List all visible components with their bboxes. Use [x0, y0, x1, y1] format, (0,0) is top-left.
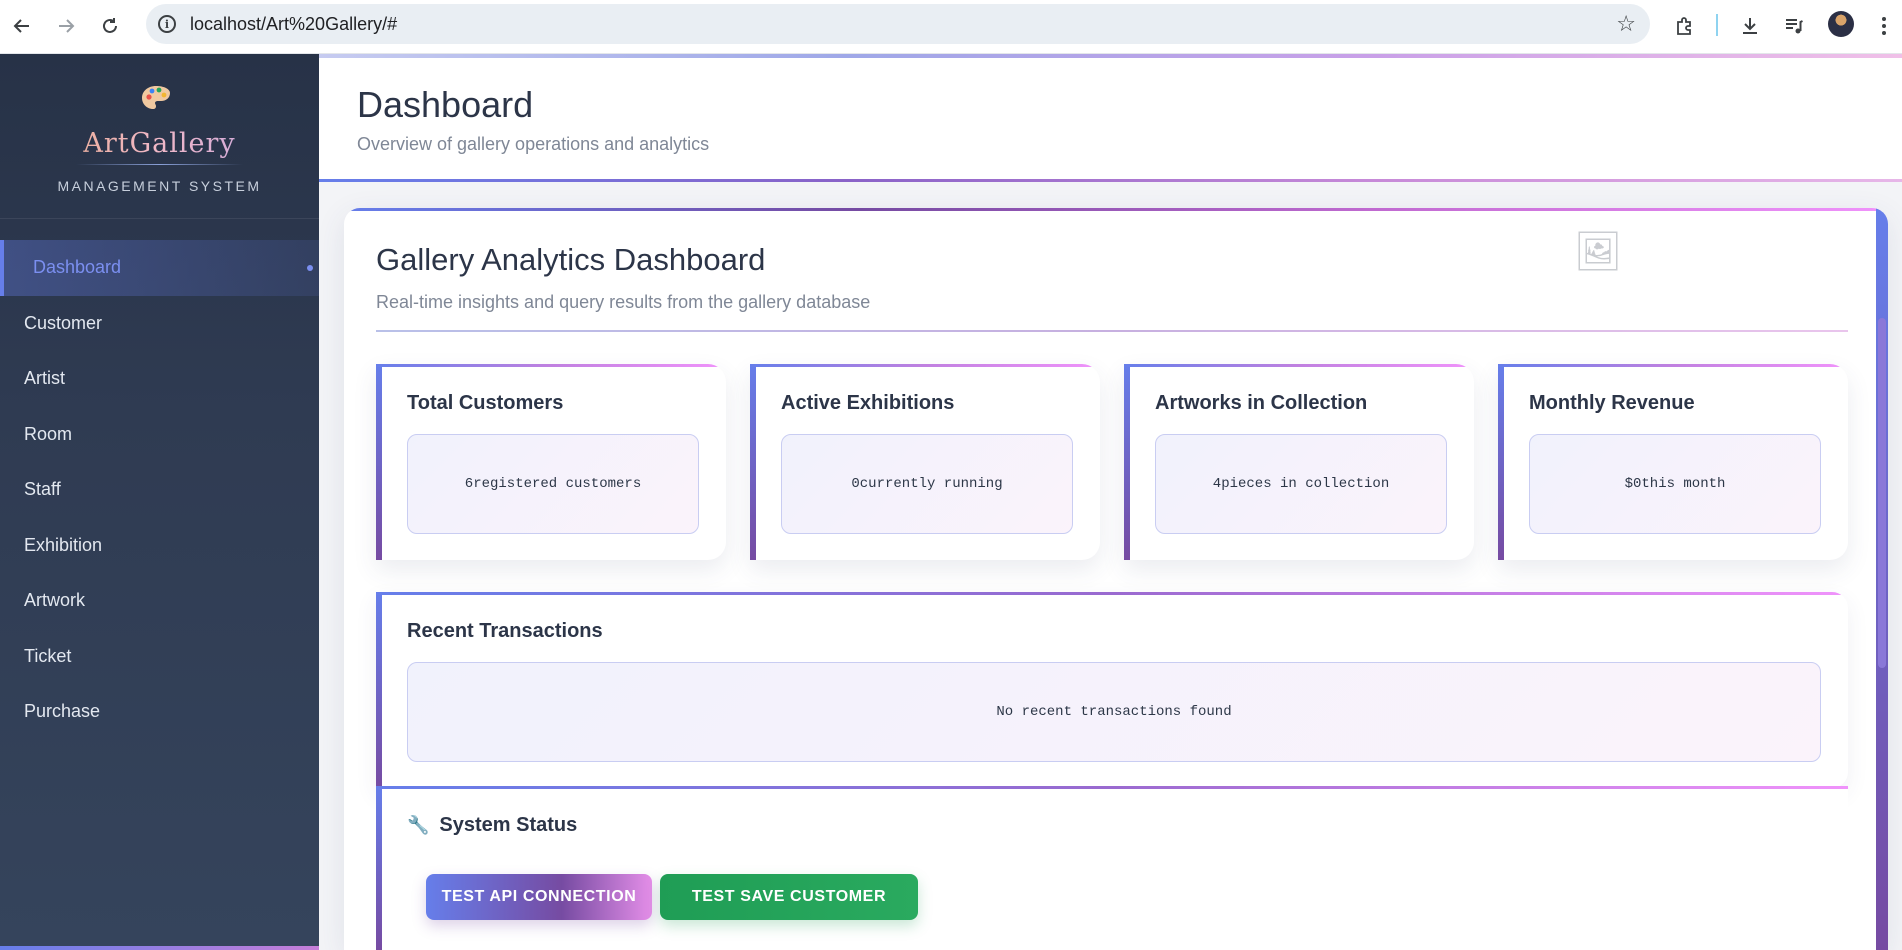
extensions-icon[interactable]	[1668, 10, 1700, 42]
brand: ArtGallery MANAGEMENT SYSTEM	[0, 54, 319, 219]
sidebar-item-dashboard[interactable]: Dashboard	[0, 240, 319, 296]
stat-value-box: 6 registered customers	[407, 434, 699, 534]
stat-suffix: pieces in collection	[1221, 476, 1390, 492]
sidebar-bottom-accent	[0, 946, 319, 950]
sidebar-item-customer[interactable]: Customer	[0, 296, 319, 352]
stat-value: 4	[1212, 476, 1222, 492]
active-indicator	[307, 265, 313, 271]
stat-card-artworks: Artworks in Collection 4 pieces in collec…	[1124, 364, 1474, 560]
stat-suffix: this month	[1641, 476, 1726, 492]
address-bar[interactable]: i localhost/Art%20Gallery/# ☆	[146, 4, 1650, 44]
stat-card-total-customers: Total Customers 6 registered customers	[376, 364, 726, 560]
brand-subtitle: MANAGEMENT SYSTEM	[57, 178, 262, 194]
stat-card-active-exhibitions: Active Exhibitions 0 currently running	[750, 364, 1100, 560]
menu-icon[interactable]	[1868, 10, 1900, 42]
stat-suffix: registered customers	[473, 476, 642, 492]
sidebar-item-staff[interactable]: Staff	[0, 462, 319, 518]
sidebar-item-label: Dashboard	[33, 257, 122, 278]
system-status-header: 🔧 System Status	[407, 814, 577, 837]
sidebar-item-artist[interactable]: Artist	[0, 351, 319, 407]
page-header: Dashboard Overview of gallery operations…	[319, 54, 1902, 182]
browser-toolbar: i localhost/Art%20Gallery/# ☆	[0, 0, 1902, 54]
sidebar-nav: Dashboard Customer Artist Room Staff Exh…	[0, 240, 319, 740]
brand-underline	[76, 164, 243, 165]
sidebar-item-label: Room	[24, 423, 73, 444]
stat-label: Artworks in Collection	[1155, 392, 1368, 414]
stat-value-box: 0 currently running	[781, 434, 1073, 534]
scrollbar[interactable]	[1876, 208, 1888, 950]
stat-card-monthly-revenue: Monthly Revenue $0 this month	[1498, 364, 1848, 560]
dashboard-card: 🖼 ✨ 🎭 Gallery Analytics Dashboard Real-t…	[344, 208, 1888, 950]
url-text[interactable]: localhost/Art%20Gallery/#	[190, 14, 397, 35]
reload-icon[interactable]	[94, 10, 126, 42]
profile-avatar[interactable]	[1828, 11, 1854, 37]
stat-value: $0	[1624, 476, 1642, 492]
sidebar-item-room[interactable]: Room	[0, 407, 319, 463]
system-status-section: 🔧 System Status TEST API CONNECTION TEST…	[376, 786, 1848, 950]
test-save-customer-button[interactable]: TEST SAVE CUSTOMER	[660, 874, 918, 920]
sidebar-item-label: Customer	[24, 312, 103, 333]
stat-value-box: $0 this month	[1529, 434, 1821, 534]
sidebar-item-exhibition[interactable]: Exhibition	[0, 518, 319, 574]
scrollbar-thumb[interactable]	[1878, 318, 1886, 668]
sidebar-item-label: Exhibition	[24, 534, 103, 555]
page-subtitle: Overview of gallery operations and analy…	[357, 134, 710, 154]
site-info-icon[interactable]: i	[158, 15, 176, 33]
page-title: Dashboard	[357, 84, 534, 125]
star-icon[interactable]: ☆	[1616, 11, 1636, 37]
sidebar-item-ticket[interactable]: Ticket	[0, 629, 319, 685]
stat-value-box: 4 pieces in collection	[1155, 434, 1447, 534]
brand-title: ArtGallery	[0, 128, 319, 159]
sidebar-item-label: Ticket	[24, 645, 72, 666]
palette-icon	[142, 86, 170, 109]
stat-value: 6	[464, 476, 474, 492]
download-icon[interactable]	[1734, 10, 1766, 42]
stat-label: Total Customers	[407, 392, 564, 414]
stat-label: Active Exhibitions	[781, 392, 955, 414]
stat-label: Monthly Revenue	[1529, 392, 1695, 414]
test-api-connection-button[interactable]: TEST API CONNECTION	[426, 874, 652, 920]
sidebar-item-label: Artwork	[24, 590, 86, 611]
stat-value: 0	[851, 476, 860, 492]
wrench-icon: 🔧	[407, 815, 430, 835]
sidebar-item-artwork[interactable]: Artwork	[0, 573, 319, 629]
sidebar-item-purchase[interactable]: Purchase	[0, 684, 319, 740]
sidebar: ArtGallery MANAGEMENT SYSTEM Dashboard C…	[0, 54, 319, 950]
dashboard-subtitle: Real-time insights and query results fro…	[376, 292, 871, 312]
sidebar-item-label: Staff	[24, 479, 61, 500]
forward-icon[interactable]	[50, 10, 82, 42]
toolbar-separator	[1716, 14, 1718, 36]
section-title: Recent Transactions	[407, 620, 603, 642]
stat-suffix: currently running	[859, 476, 1003, 492]
section-title: System Status	[439, 814, 578, 836]
transactions-empty-state: No recent transactions found	[407, 662, 1821, 762]
picture-icon: 🖼	[1574, 231, 1623, 273]
recent-transactions-section: Recent Transactions No recent transactio…	[376, 592, 1848, 788]
media-icon[interactable]	[1778, 10, 1810, 42]
sidebar-item-label: Artist	[24, 368, 66, 389]
divider	[376, 330, 1848, 332]
back-icon[interactable]	[6, 10, 38, 42]
dashboard-title: Gallery Analytics Dashboard	[376, 242, 766, 277]
sidebar-item-label: Purchase	[24, 701, 101, 722]
